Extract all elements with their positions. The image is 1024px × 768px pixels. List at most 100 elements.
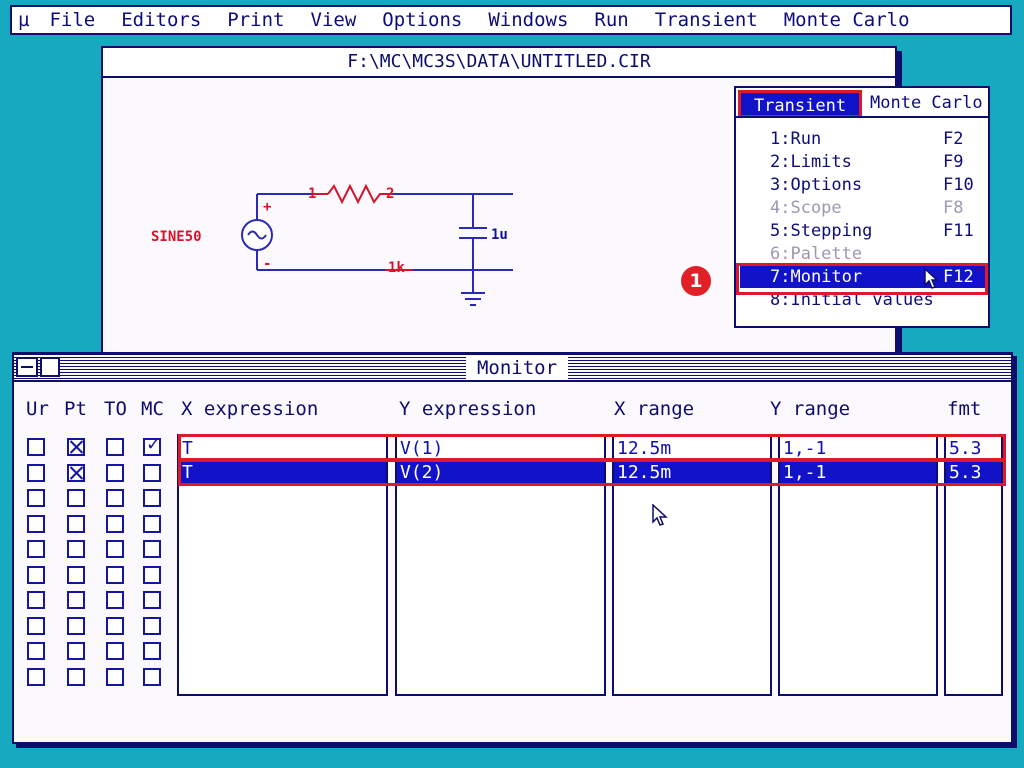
- checkbox-mc[interactable]: [143, 489, 161, 507]
- checkbox-mc[interactable]: [143, 642, 161, 660]
- checkbox-mc[interactable]: [143, 463, 161, 482]
- plus-label: +: [263, 199, 271, 215]
- resistor-label: 1k: [388, 260, 405, 276]
- checkbox-pt[interactable]: [67, 642, 85, 660]
- checkbox-ur[interactable]: [27, 463, 45, 482]
- checkbox-to[interactable]: [106, 514, 124, 533]
- x-expression-cell[interactable]: T: [179, 438, 386, 460]
- col-header-x-range: X range: [614, 398, 695, 420]
- callout-badge-1: 1: [681, 266, 711, 296]
- checkmark-icon: ✓: [146, 434, 162, 455]
- checkbox-to[interactable]: [106, 463, 124, 482]
- window-box-icon[interactable]: [40, 357, 60, 377]
- col-header-pt: Pt: [64, 398, 87, 420]
- checkbox-to[interactable]: [106, 438, 124, 456]
- node-1-label: 1: [308, 186, 316, 202]
- y-range-cell[interactable]: 1,-1: [780, 462, 936, 484]
- menu-view[interactable]: View: [311, 9, 357, 31]
- y-expression-cell[interactable]: V(1): [397, 438, 604, 460]
- resistor-icon: [313, 183, 393, 205]
- x-expression-column: T T: [177, 434, 388, 696]
- menu-windows[interactable]: Windows: [488, 9, 568, 31]
- checkbox-ur[interactable]: [27, 642, 45, 660]
- tab-transient[interactable]: Transient: [738, 90, 862, 116]
- y-range-cell[interactable]: 1,-1: [780, 438, 936, 460]
- system-menu-icon[interactable]: [16, 357, 38, 377]
- menu-options[interactable]: Options: [382, 9, 462, 31]
- tab-monte-carlo[interactable]: Monte Carlo: [870, 90, 983, 116]
- x-range-cell[interactable]: 12.5m: [614, 438, 770, 460]
- schematic-canvas[interactable]: SINE50 1 2 1k 1u + -: [103, 78, 733, 348]
- col-header-to: TO: [104, 398, 127, 420]
- checkbox-mc[interactable]: [143, 667, 161, 686]
- checkbox-ur[interactable]: [27, 540, 45, 558]
- y-expression-cell[interactable]: V(2): [397, 462, 604, 484]
- y-range-column: 1,-1 1,-1: [778, 434, 938, 696]
- checkbox-ur[interactable]: [27, 438, 45, 456]
- x-expression-cell[interactable]: T: [179, 462, 386, 484]
- menu-print[interactable]: Print: [227, 9, 284, 31]
- checkbox-ur[interactable]: [27, 514, 45, 533]
- checkbox-to[interactable]: [106, 591, 124, 609]
- checkbox-pt[interactable]: [67, 565, 85, 584]
- monitor-title: Monitor: [466, 356, 568, 380]
- mouse-cursor-icon: [652, 504, 668, 526]
- capacitor-label: 1u: [491, 227, 508, 243]
- y-expression-column: V(1) V(2): [395, 434, 606, 696]
- source-label: SINE50: [151, 229, 202, 245]
- x-range-column: 12.5m 12.5m: [612, 434, 772, 696]
- col-header-y-expression: Y expression: [399, 398, 537, 420]
- checkbox-pt[interactable]: [67, 438, 85, 456]
- checkbox-pt[interactable]: [67, 540, 85, 558]
- menu-item-monitor[interactable]: 7:Monitor F12: [740, 266, 986, 288]
- checkbox-mc[interactable]: [143, 514, 161, 533]
- checkbox-to[interactable]: [106, 642, 124, 660]
- col-header-ur: Ur: [26, 398, 49, 420]
- monitor-dialog: Monitor Ur Pt TO MC X expression Y expre…: [12, 352, 1013, 744]
- menu-file[interactable]: File: [49, 9, 95, 31]
- checkbox-to[interactable]: [106, 565, 124, 584]
- checkbox-mc[interactable]: ✓: [143, 434, 161, 456]
- checkbox-to[interactable]: [106, 667, 124, 686]
- menu-item-limits[interactable]: 2:Limits F9: [740, 151, 986, 173]
- monitor-titlebar[interactable]: Monitor: [14, 354, 1011, 382]
- menu-transient[interactable]: Transient: [655, 9, 758, 31]
- checkbox-ur[interactable]: [27, 489, 45, 507]
- checkbox-to[interactable]: [106, 540, 124, 558]
- fmt-column: 5.3 5.3: [944, 434, 1003, 696]
- menu-mu[interactable]: µ: [18, 9, 29, 31]
- checkbox-ur[interactable]: [27, 667, 45, 686]
- checkbox-pt[interactable]: [67, 667, 85, 686]
- checkbox-pt[interactable]: [67, 616, 85, 635]
- col-header-y-range: Y range: [770, 398, 851, 420]
- fmt-cell[interactable]: 5.3: [946, 462, 1001, 484]
- minus-label: -: [263, 256, 271, 272]
- menu-item-initial-values[interactable]: 8:Initial values: [740, 289, 986, 311]
- checkbox-pt[interactable]: [67, 489, 85, 507]
- checkbox-mc[interactable]: [143, 616, 161, 635]
- checkbox-ur[interactable]: [27, 616, 45, 635]
- menu-monte-carlo[interactable]: Monte Carlo: [784, 9, 910, 31]
- menu-item-run[interactable]: 1:Run F2: [740, 128, 986, 150]
- menu-item-stepping[interactable]: 5:Stepping F11: [740, 220, 986, 242]
- menu-item-options[interactable]: 3:Options F10: [740, 174, 986, 196]
- checkbox-mc[interactable]: [143, 565, 161, 584]
- checkbox-ur[interactable]: [27, 591, 45, 609]
- transient-menu-header: Transient Monte Carlo: [734, 86, 990, 118]
- checkbox-pt[interactable]: [67, 591, 85, 609]
- node-2-label: 2: [386, 186, 394, 202]
- menu-item-palette: 6:Palette: [770, 244, 863, 264]
- fmt-cell[interactable]: 5.3: [946, 438, 1001, 460]
- checkbox-to[interactable]: [106, 616, 124, 635]
- checkbox-ur[interactable]: [27, 565, 45, 584]
- checkbox-mc[interactable]: [143, 540, 161, 558]
- checkbox-to[interactable]: [106, 489, 124, 507]
- x-range-cell[interactable]: 12.5m: [614, 462, 770, 484]
- sine-source-icon: [241, 219, 273, 251]
- checkbox-mc[interactable]: [143, 591, 161, 609]
- col-header-mc: MC: [141, 398, 164, 420]
- menu-editors[interactable]: Editors: [121, 9, 201, 31]
- checkbox-pt[interactable]: [67, 463, 85, 482]
- menu-run[interactable]: Run: [594, 9, 628, 31]
- checkbox-pt[interactable]: [67, 514, 85, 533]
